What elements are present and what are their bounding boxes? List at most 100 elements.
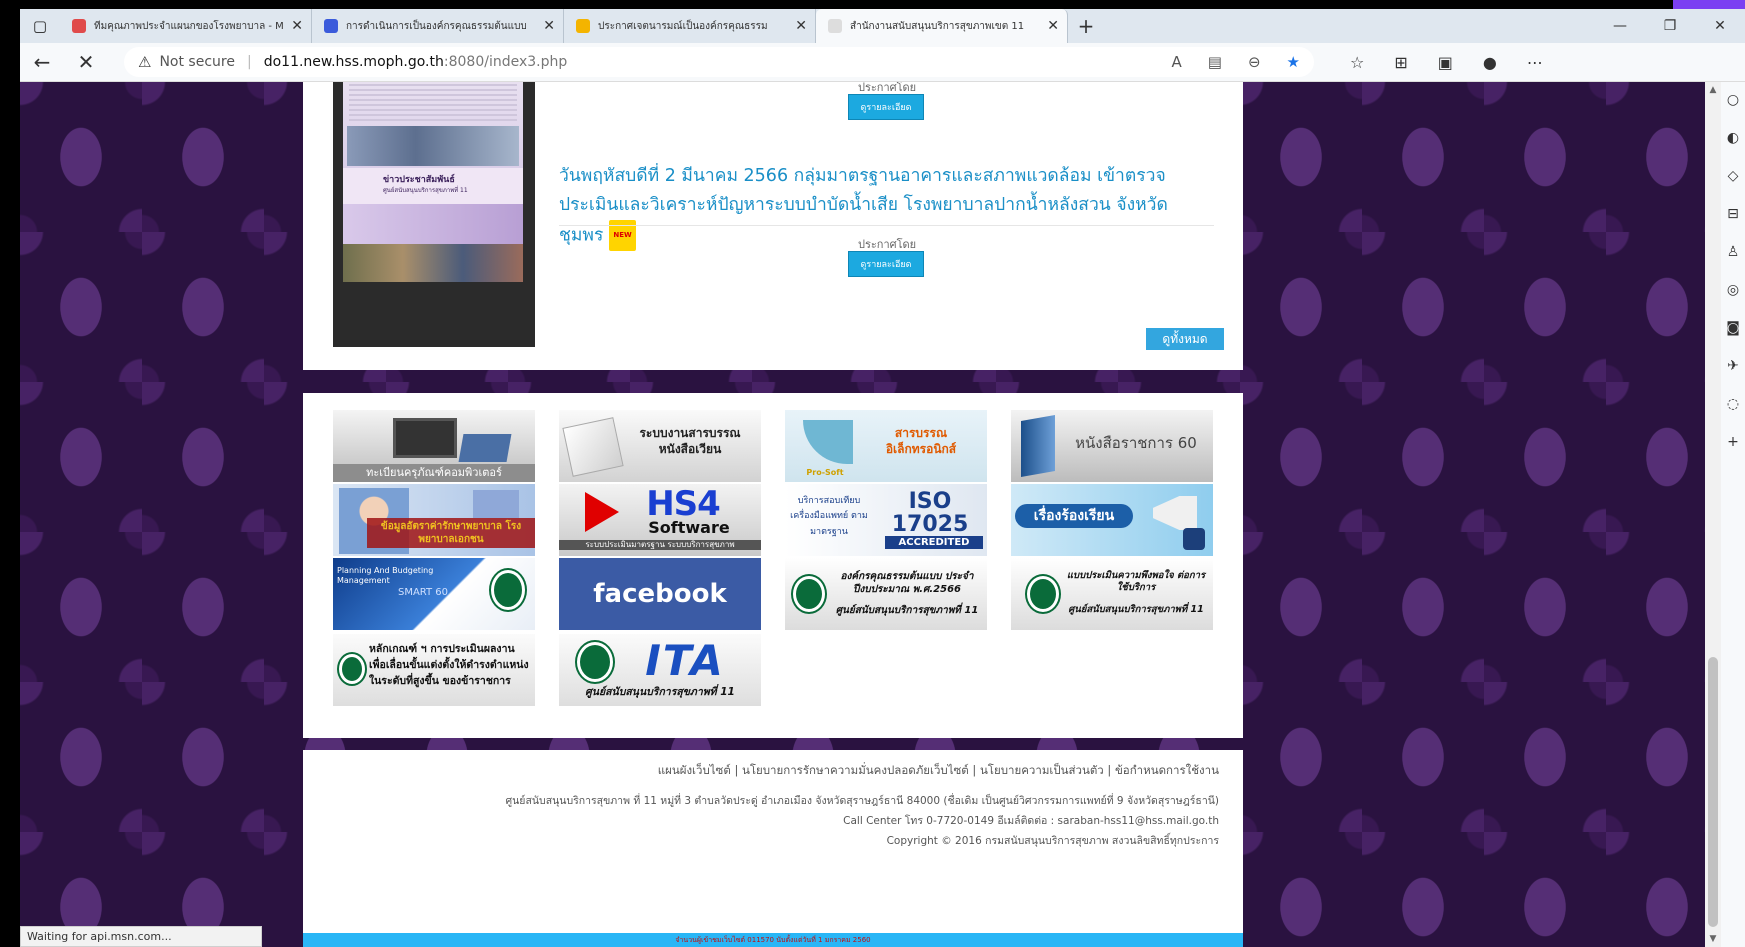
link-facebook[interactable]: facebook (559, 558, 761, 630)
footer-copyright: Copyright © 2016 กรมสนับสนุนบริการสุขภาพ… (886, 835, 1219, 847)
link-satisfaction-survey[interactable]: แบบประเมินความพึงพอใจ ต่อการใช้บริการ ศู… (1011, 558, 1213, 630)
hospital-building-icon (473, 490, 519, 518)
news-detail-button[interactable]: ดูรายละเอียด (848, 94, 924, 120)
close-window-icon[interactable]: ✕ (1695, 9, 1745, 43)
browser-tab-1[interactable]: ทีมคุณภาพประจำแผนกของโรงพยาบาล - M ✕ (60, 9, 312, 43)
link-official-letter[interactable]: หนังสือราชการ 60 (1011, 410, 1213, 482)
link-sublabel: SMART 60 (397, 587, 449, 598)
e-saraban-logo-icon (803, 420, 853, 464)
zoom-out-icon[interactable]: ⊖ (1248, 53, 1261, 71)
view-all-button[interactable]: ดูทั้งหมด (1146, 328, 1224, 350)
link-label: หลักเกณฑ์ ฯ การประเมินผลงาน เพื่อเลื่อนข… (369, 643, 529, 687)
immersive-reader-icon[interactable]: ▤ (1208, 53, 1222, 71)
link-caption: ศูนย์สนับสนุนบริการสุขภาพที่ 11 (585, 686, 735, 698)
iso-caption: บริการสอบเทียบ เครื่องมือแพทย์ ตามมาตรฐา… (790, 496, 868, 537)
link-label: ข้อมูลอัตราค่ารักษาพยาบาล โรงพยาบาลเอกชน (367, 518, 535, 548)
tab-close-icon[interactable]: ✕ (291, 18, 303, 34)
poster-banner-title: ข่าวประชาสัมพันธ์ (383, 175, 455, 185)
new-tab-icon[interactable]: + (1068, 9, 1104, 43)
link-label: เรื่องร้องเรียน (1015, 504, 1133, 529)
scroll-up-icon[interactable]: ▲ (1705, 82, 1721, 98)
service-links-panel: ทะเบียนครุภัณฑ์คอมพิวเตอร์ ระบบงานสารบรร… (303, 393, 1243, 738)
link-label: แบบประเมินความพึงพอใจ ต่อการใช้บริการ (1066, 570, 1206, 594)
link-label: สารบรรณ อิเล็กทรอนิกส์ (885, 426, 957, 456)
back-arrow-icon[interactable]: ← (20, 50, 64, 74)
vertical-scrollbar[interactable]: ▲ ▼ (1705, 82, 1721, 947)
link-e-saraban[interactable]: สารบรรณ อิเล็กทรอนิกส์ Pro-Soft (785, 410, 987, 482)
footer-address: ศูนย์สนับสนุนบริการสุขภาพ ที่ 11 หมู่ที่… (505, 795, 1219, 807)
link-saraban-circular[interactable]: ระบบงานสารบรรณ หนังสือเวียน (559, 410, 761, 482)
browser-tab-4-active[interactable]: สำนักงานสนับสนุนบริการสุขภาพเขต 11 ✕ (816, 9, 1068, 43)
screenshot-icon[interactable]: ▣ (1438, 53, 1453, 72)
more-menu-icon[interactable]: ⋯ (1527, 53, 1543, 72)
profile-avatar-icon[interactable]: ● (1483, 53, 1497, 72)
news-headline-text: วันพฤหัสบดีที่ 2 มีนาคม 2566 กลุ่มมาตรฐา… (559, 166, 1168, 246)
moph-emblem-icon (577, 642, 613, 682)
hand-icon (1183, 528, 1205, 550)
moph-emblem-icon (491, 570, 525, 610)
scroll-down-icon[interactable]: ▼ (1705, 931, 1721, 947)
play-triangle-icon (585, 492, 619, 532)
drop-icon[interactable]: ✈ (1727, 358, 1739, 374)
link-promotion-criteria[interactable]: หลักเกณฑ์ ฯ การประเมินผลงาน เพื่อเลื่อนข… (333, 634, 535, 706)
stop-loading-icon[interactable]: ✕ (64, 50, 108, 74)
news-poster-image: ข่าวประชาสัมพันธ์ ศูนย์สนับสนุนบริการสุข… (343, 82, 523, 282)
tab-close-icon[interactable]: ✕ (1047, 18, 1059, 34)
tab-favicon-icon (828, 19, 842, 33)
link-ethics-org[interactable]: องค์กรคุณธรรมต้นแบบ ประจำปีงบประมาณ พ.ศ.… (785, 558, 987, 630)
laptop-icon (458, 434, 512, 462)
link-label: facebook (593, 579, 727, 609)
tab-close-icon[interactable]: ✕ (795, 18, 807, 34)
tab-favicon-icon (72, 19, 86, 33)
footer-links[interactable]: แผนผังเว็บไซต์ | นโยบายการรักษาความมั่นค… (658, 762, 1219, 780)
tab-title: ทีมคุณภาพประจำแผนกของโรงพยาบาล - M (94, 20, 284, 32)
link-caption: ศูนย์สนับสนุนบริการสุขภาพที่ 11 (835, 605, 979, 616)
browser-tab-2[interactable]: การดำเนินการเป็นองค์กรคุณธรรมต้นแบบ ✕ (312, 9, 564, 43)
tab-close-icon[interactable]: ✕ (543, 18, 555, 34)
outlook-icon[interactable]: ◙ (1726, 320, 1740, 336)
moph-emblem-icon (1027, 576, 1059, 612)
link-private-hospital-rates[interactable]: ข้อมูลอัตราค่ารักษาพยาบาล โรงพยาบาลเอกชน (333, 484, 535, 556)
news-thumbnail[interactable]: ข่าวประชาสัมพันธ์ ศูนย์สนับสนุนบริการสุข… (333, 82, 535, 347)
favorite-star-icon[interactable]: ★ (1287, 53, 1300, 71)
restore-icon[interactable]: ❐ (1645, 9, 1695, 43)
visitor-counter: จำนวนผู้เข้าชมเว็บไซต์ 011570 นับตั้งแต่… (675, 936, 871, 944)
address-field[interactable]: ⚠ Not secure | do11.new.hss.moph.go.th :… (124, 47, 1314, 77)
news-detail-button[interactable]: ดูรายละเอียด (848, 251, 924, 277)
url-path: :8080/index3.php (443, 54, 568, 70)
favorites-list-icon[interactable]: ☆ (1350, 53, 1364, 72)
read-aloud-icon[interactable]: A (1172, 53, 1182, 71)
tab-title: การดำเนินการเป็นองค์กรคุณธรรมต้นแบบ (346, 20, 527, 32)
link-hs4-software[interactable]: HS4 Software ระบบประเมินมาตรฐาน ระบบบริก… (559, 484, 761, 556)
link-smart-planning[interactable]: Planning And Budgeting Management SMART … (333, 558, 535, 630)
tools-icon[interactable]: ⊟ (1727, 206, 1739, 222)
address-toolbar: ← ✕ ⚠ Not secure | do11.new.hss.moph.go.… (20, 43, 1745, 82)
tab-actions-icon[interactable]: ▢ (20, 9, 60, 43)
link-computer-registry[interactable]: ทะเบียนครุภัณฑ์คอมพิวเตอร์ (333, 410, 535, 482)
document-icon (562, 417, 624, 477)
tag-icon[interactable]: ◇ (1728, 168, 1739, 184)
link-ita[interactable]: ITA ศูนย์สนับสนุนบริการสุขภาพที่ 11 (559, 634, 761, 706)
link-label: องค์กรคุณธรรมต้นแบบ ประจำปีงบประมาณ พ.ศ.… (840, 571, 974, 595)
link-label: หนังสือราชการ 60 (1075, 434, 1197, 452)
collections-icon[interactable]: ⊞ (1394, 53, 1407, 72)
link-label: ระบบงานสารบรรณ หนังสือเวียน (639, 426, 741, 456)
link-caption: ศูนย์สนับสนุนบริการสุขภาพที่ 11 (1068, 604, 1204, 615)
link-label: ทะเบียนครุภัณฑ์คอมพิวเตอร์ (333, 464, 535, 482)
feedback-icon[interactable]: ◌ (1727, 396, 1739, 412)
moph-emblem-icon (793, 576, 825, 612)
scrollbar-thumb[interactable] (1708, 657, 1718, 927)
link-iso-17025[interactable]: บริการสอบเทียบ เครื่องมือแพทย์ ตามมาตรฐา… (785, 484, 987, 556)
link-complaint[interactable]: เรื่องร้องเรียน (1011, 484, 1213, 556)
minimize-icon[interactable]: — (1595, 9, 1645, 43)
browser-tab-3[interactable]: ประกาศเจตนารมณ์เป็นองค์กรคุณธรรม ✕ (564, 9, 816, 43)
news-panel: ข่าวประชาสัมพันธ์ ศูนย์สนับสนุนบริการสุข… (303, 82, 1243, 370)
add-sidebar-icon[interactable]: + (1727, 434, 1739, 450)
search-icon[interactable]: ○ (1727, 92, 1739, 108)
games-icon[interactable]: ♙ (1727, 244, 1740, 260)
microsoft-365-icon[interactable]: ◎ (1727, 282, 1739, 298)
book-icon (1021, 415, 1055, 477)
shopping-icon[interactable]: ◐ (1727, 130, 1739, 146)
tab-title: ประกาศเจตนารมณ์เป็นองค์กรคุณธรรม (598, 20, 768, 32)
tab-favicon-icon (324, 19, 338, 33)
